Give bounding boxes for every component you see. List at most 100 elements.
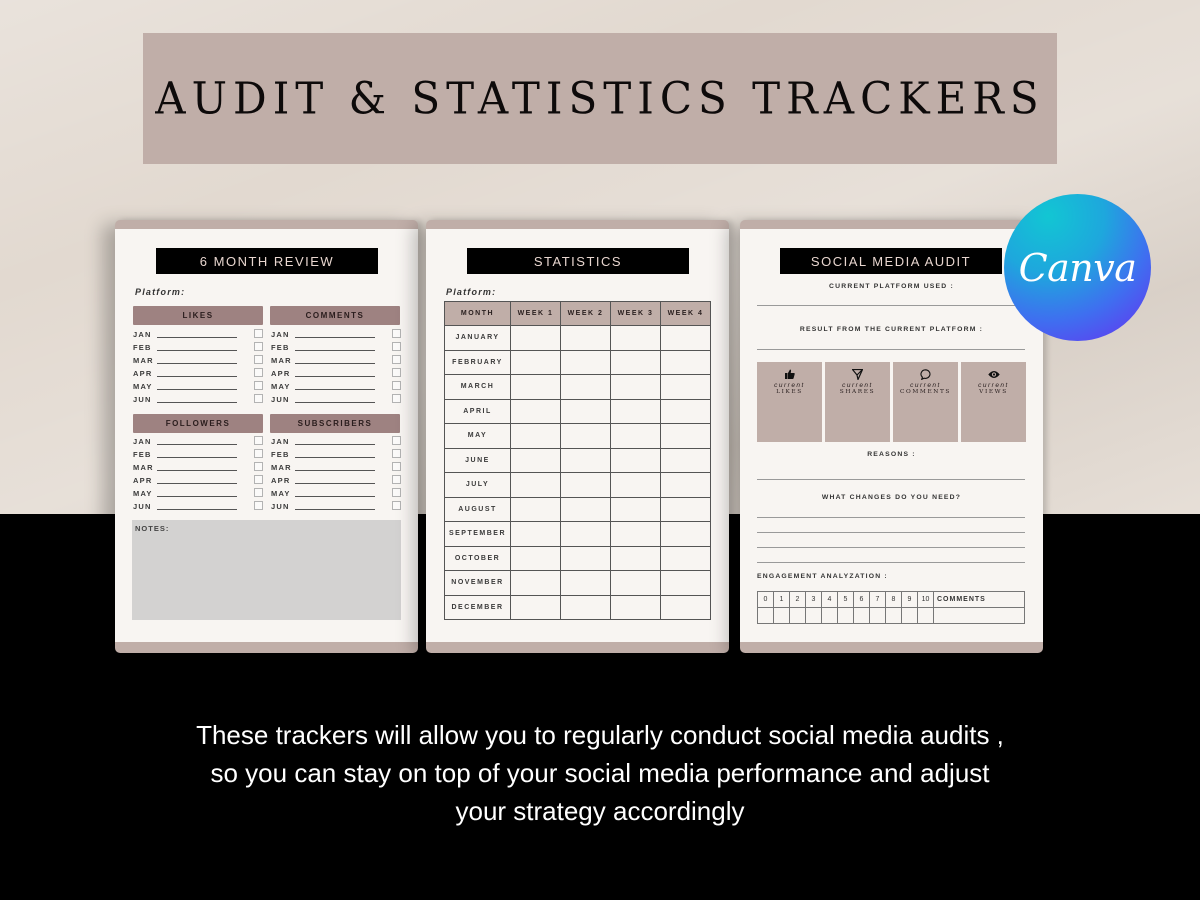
scale-input-cell[interactable] [805,607,822,624]
week-cell[interactable] [610,423,661,449]
changes-line-3[interactable] [757,547,1025,548]
week-cell[interactable] [560,374,611,400]
week-cell[interactable] [610,496,661,522]
week-cell[interactable] [610,570,661,596]
scale-input-cell[interactable] [789,607,806,624]
checkbox[interactable] [392,488,401,497]
entry-line[interactable] [295,508,375,510]
current-platform-line[interactable] [757,305,1025,306]
week-cell[interactable] [510,545,561,571]
entry-line[interactable] [295,375,375,377]
checkbox[interactable] [392,462,401,471]
checkbox[interactable] [254,368,263,377]
entry-line[interactable] [295,443,375,445]
checkbox[interactable] [254,449,263,458]
changes-line-1[interactable] [757,517,1025,518]
scale-input-cell[interactable] [757,607,774,624]
entry-line[interactable] [157,401,237,403]
week-cell[interactable] [510,447,561,473]
checkbox[interactable] [254,381,263,390]
week-cell[interactable] [660,398,711,424]
week-cell[interactable] [560,496,611,522]
week-cell[interactable] [510,570,561,596]
week-cell[interactable] [660,349,711,375]
week-cell[interactable] [660,570,711,596]
week-cell[interactable] [560,325,611,351]
checkbox[interactable] [392,342,401,351]
scale-input-cell[interactable] [917,607,934,624]
week-cell[interactable] [660,447,711,473]
checkbox[interactable] [254,355,263,364]
scale-input-cell[interactable] [885,607,902,624]
week-cell[interactable] [510,325,561,351]
week-cell[interactable] [610,594,661,620]
changes-line-4[interactable] [757,562,1025,563]
entry-line[interactable] [157,508,237,510]
checkbox[interactable] [392,355,401,364]
changes-line-2[interactable] [757,532,1025,533]
week-cell[interactable] [560,423,611,449]
week-cell[interactable] [560,521,611,547]
metric-views[interactable]: current VIEWS [961,362,1026,442]
week-cell[interactable] [610,325,661,351]
result-line[interactable] [757,349,1025,350]
week-cell[interactable] [560,545,611,571]
entry-line[interactable] [157,456,237,458]
checkbox[interactable] [254,342,263,351]
entry-line[interactable] [157,375,237,377]
metric-comments[interactable]: current COMMENTS [893,362,958,442]
week-cell[interactable] [510,398,561,424]
scale-input-cell[interactable] [821,607,838,624]
checkbox[interactable] [392,436,401,445]
entry-line[interactable] [157,388,237,390]
week-cell[interactable] [660,423,711,449]
week-cell[interactable] [560,447,611,473]
entry-line[interactable] [157,349,237,351]
checkbox[interactable] [254,436,263,445]
checkbox[interactable] [254,394,263,403]
week-cell[interactable] [660,521,711,547]
entry-line[interactable] [295,495,375,497]
entry-line[interactable] [157,362,237,364]
checkbox[interactable] [392,329,401,338]
week-cell[interactable] [560,472,611,498]
scale-input-cell[interactable] [869,607,886,624]
week-cell[interactable] [510,521,561,547]
week-cell[interactable] [660,472,711,498]
week-cell[interactable] [510,423,561,449]
checkbox[interactable] [392,449,401,458]
week-cell[interactable] [560,594,611,620]
scale-input-cell[interactable] [773,607,790,624]
week-cell[interactable] [510,472,561,498]
week-cell[interactable] [610,374,661,400]
week-cell[interactable] [610,349,661,375]
entry-line[interactable] [295,401,375,403]
week-cell[interactable] [610,521,661,547]
entry-line[interactable] [157,482,237,484]
notes-box[interactable]: NOTES: [132,520,401,620]
week-cell[interactable] [660,594,711,620]
checkbox[interactable] [254,475,263,484]
week-cell[interactable] [560,570,611,596]
week-cell[interactable] [660,496,711,522]
week-cell[interactable] [510,496,561,522]
week-cell[interactable] [510,594,561,620]
entry-line[interactable] [157,443,237,445]
entry-line[interactable] [295,362,375,364]
checkbox[interactable] [392,381,401,390]
scale-input-cell[interactable] [901,607,918,624]
entry-line[interactable] [295,388,375,390]
metric-shares[interactable]: current SHARES [825,362,890,442]
checkbox[interactable] [392,368,401,377]
checkbox[interactable] [254,488,263,497]
entry-line[interactable] [295,482,375,484]
entry-line[interactable] [157,469,237,471]
metric-likes[interactable]: current LIKES [757,362,822,442]
week-cell[interactable] [510,349,561,375]
entry-line[interactable] [295,349,375,351]
entry-line[interactable] [295,469,375,471]
reasons-line[interactable] [757,479,1025,480]
entry-line[interactable] [157,336,237,338]
week-cell[interactable] [510,374,561,400]
week-cell[interactable] [610,447,661,473]
